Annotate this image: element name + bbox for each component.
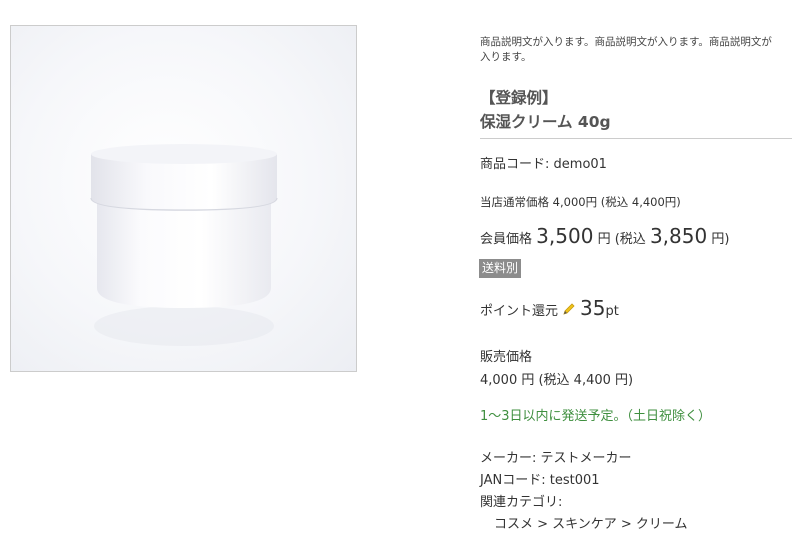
jan-code: JANコード: test001 bbox=[480, 473, 600, 488]
product-title: 【登録例】 保湿クリーム 40g bbox=[480, 86, 792, 134]
shipping-badge: 送料別 bbox=[479, 259, 522, 278]
member-price-yen: 円 bbox=[597, 232, 611, 247]
member-price-tax-open: (税込 bbox=[614, 232, 646, 247]
member-price-label: 会員価格 bbox=[480, 232, 533, 247]
product-title-tag: 【登録例】 bbox=[480, 89, 558, 107]
product-code: 商品コード: demo01 bbox=[480, 153, 607, 172]
product-title-name: 保湿クリーム 40g bbox=[480, 113, 611, 131]
product-code-value: demo01 bbox=[553, 157, 607, 172]
product-code-label: 商品コード: bbox=[480, 157, 550, 172]
member-price: 会員価格 3,500 円 (税込 3,850 円) bbox=[480, 224, 729, 248]
cream-jar-image bbox=[90, 144, 278, 346]
sale-price-label: 販売価格 bbox=[480, 350, 533, 365]
product-image[interactable] bbox=[10, 25, 357, 372]
member-price-tax-close: 円) bbox=[711, 232, 730, 247]
category-label: 関連カテゴリ: bbox=[480, 495, 563, 510]
points-unit: pt bbox=[605, 304, 619, 319]
points-value: 35 bbox=[580, 296, 606, 320]
title-divider bbox=[480, 138, 792, 139]
sale-price-value: 4,000 円 (税込 4,400 円) bbox=[480, 373, 634, 388]
member-price-value: 3,500 bbox=[536, 224, 594, 248]
maker: メーカー: テストメーカー bbox=[480, 451, 632, 466]
category-path[interactable]: コスメ > スキンケア > クリーム bbox=[494, 513, 688, 532]
points: ポイント還元 35pt bbox=[480, 296, 619, 320]
pencil-icon bbox=[562, 302, 576, 320]
regular-price: 当店通常価格 4,000円 (税込 4,400円) bbox=[480, 195, 681, 209]
points-label: ポイント還元 bbox=[480, 304, 559, 319]
shipping-note: 1〜3日以内に発送予定。（土日祝除く） bbox=[480, 409, 712, 424]
product-description: 商品説明文が入ります。商品説明文が入ります。商品説明文が入ります。 bbox=[480, 36, 772, 63]
member-price-tax-value: 3,850 bbox=[649, 224, 708, 248]
